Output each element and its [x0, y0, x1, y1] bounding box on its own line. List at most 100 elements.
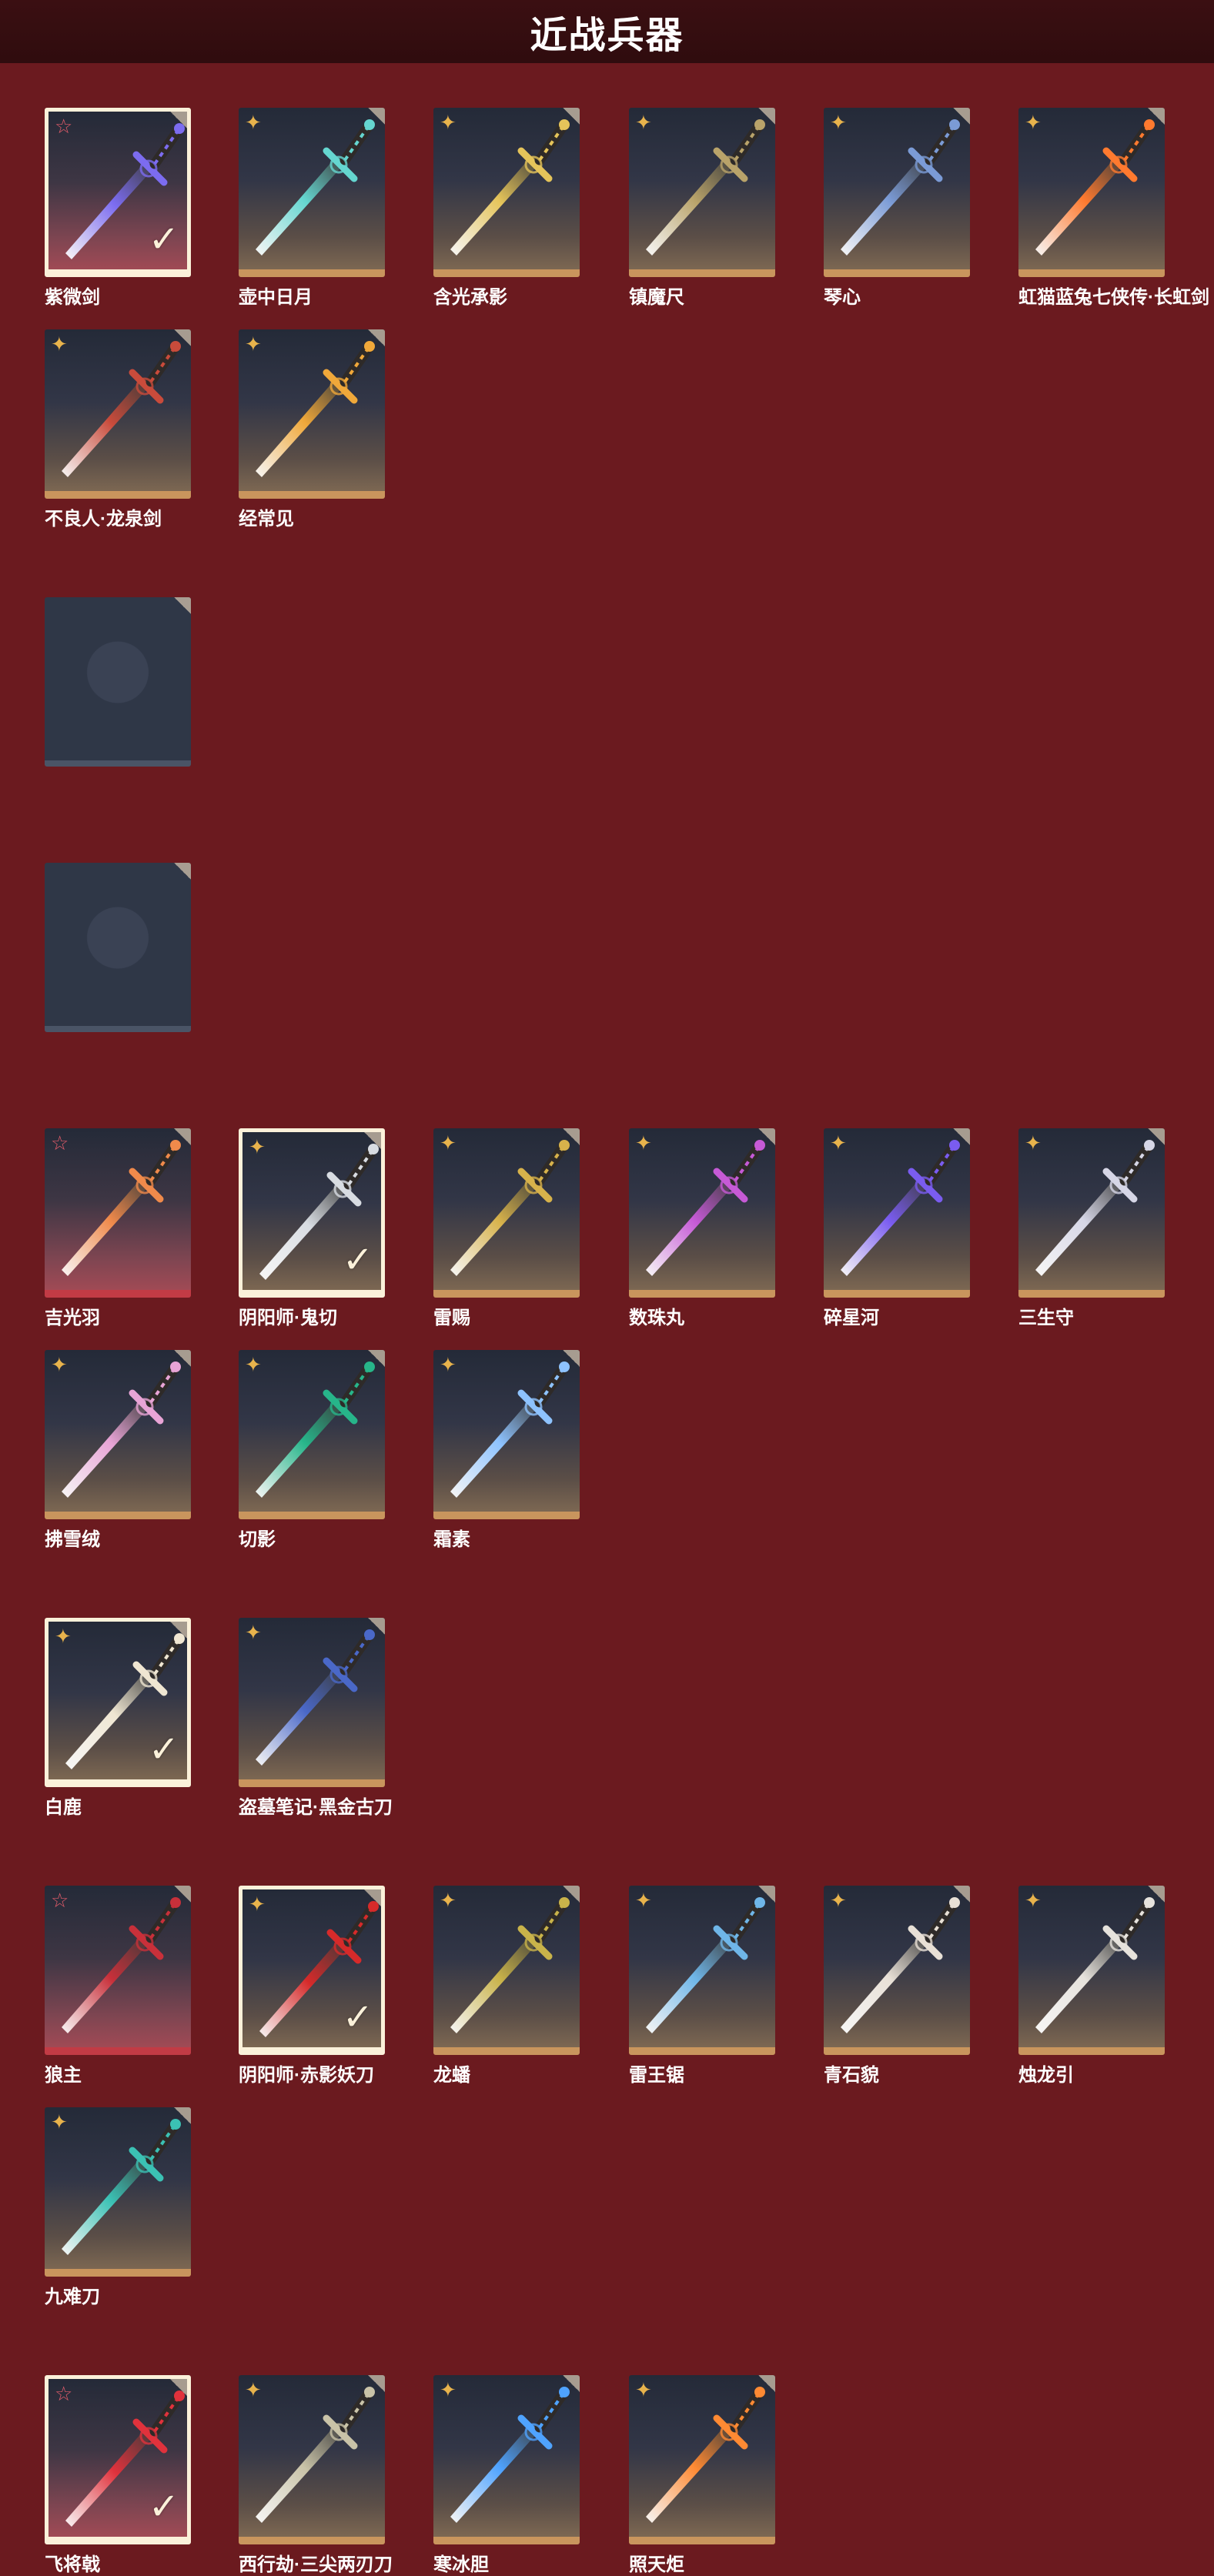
- weapon-card[interactable]: ✦ 琴心: [824, 108, 970, 308]
- weapon-name: 雷赐: [433, 1308, 470, 1328]
- gold-star-rarity-icon: ✦: [249, 1135, 266, 1158]
- gold-star-rarity-icon: ✦: [245, 1353, 262, 1376]
- weapon-card[interactable]: ✦ 三生守: [1018, 1128, 1165, 1328]
- weapon-card[interactable]: ✦ 镇魔尺: [629, 108, 775, 308]
- equipped-check-icon: ✓: [148, 1729, 179, 1770]
- corner-fold-icon: [368, 108, 385, 125]
- weapon-image: [62, 1140, 181, 1276]
- corner-fold-icon: [174, 1886, 191, 1903]
- weapon-frame: ✦ ✓: [239, 1886, 385, 2055]
- weapon-card[interactable]: ☆ 狼主: [45, 1886, 191, 2086]
- weapon-name: 盗墓笔记·黑金古刀: [239, 1797, 393, 1818]
- empty-slot[interactable]: [45, 597, 191, 767]
- corner-fold-icon: [758, 1128, 775, 1145]
- weapon-card[interactable]: ✦ 烛龙引: [1018, 1886, 1165, 2086]
- weapon-card[interactable]: ✦ 九难刀: [45, 2107, 191, 2307]
- weapon-name: 含光承影: [433, 287, 507, 308]
- weapon-image: [450, 1140, 570, 1276]
- empty-label: [45, 597, 191, 760]
- gold-star-rarity-icon: ✦: [245, 111, 262, 134]
- slot-frame: [45, 863, 191, 1032]
- weapon-image: [256, 2387, 375, 2523]
- empty-slot[interactable]: [45, 863, 191, 1032]
- weapon-name: 数珠丸: [629, 1308, 684, 1328]
- corner-fold-icon: [758, 2375, 775, 2392]
- weapon-card[interactable]: ☆ ✓ 紫微剑: [45, 108, 191, 308]
- weapon-card[interactable]: ✦ 拂雪绒: [45, 1350, 191, 1550]
- weapon-card[interactable]: ✦ ✓ 阴阳师·赤影妖刀: [239, 1886, 385, 2086]
- weapon-card[interactable]: ✦ 碎星河: [824, 1128, 970, 1328]
- weapon-frame: ✦: [45, 1350, 191, 1519]
- slot-frame: [45, 597, 191, 767]
- weapon-name: 狼主: [45, 2065, 82, 2086]
- weapon-card[interactable]: ✦ ✓ 白鹿: [45, 1618, 191, 1818]
- corner-fold-icon: [174, 1350, 191, 1367]
- weapon-frame: ✦: [239, 2375, 385, 2544]
- weapon-name: 青石貌: [824, 2065, 879, 2086]
- weapon-frame: ✦: [433, 1128, 580, 1298]
- gold-star-rarity-icon: ✦: [635, 2378, 652, 2401]
- corner-fold-icon: [174, 2107, 191, 2124]
- gold-star-rarity-icon: ✦: [635, 1889, 652, 1912]
- weapon-card[interactable]: ✦ 壶中日月: [239, 108, 385, 308]
- weapon-image: [62, 1897, 181, 2033]
- corner-fold-icon: [174, 597, 191, 614]
- weapon-card[interactable]: ✦ 含光承影: [433, 108, 580, 308]
- weapon-name: 白鹿: [45, 1797, 82, 1818]
- weapon-card[interactable]: ✦ 盗墓笔记·黑金古刀: [239, 1618, 393, 1818]
- weapon-card[interactable]: ☆ 吉光羽: [45, 1128, 191, 1328]
- corner-fold-icon: [953, 1886, 970, 1903]
- weapon-name: 琴心: [824, 287, 861, 308]
- weapon-name: 拂雪绒: [45, 1529, 100, 1550]
- gold-star-rarity-icon: ✦: [245, 332, 262, 356]
- weapon-image: [256, 1362, 375, 1498]
- corner-fold-icon: [170, 2379, 187, 2396]
- gold-star-rarity-icon: ✦: [440, 1131, 457, 1154]
- weapon-card[interactable]: ✦ 雷赐: [433, 1128, 580, 1328]
- equipped-check-icon: ✓: [342, 1997, 373, 2038]
- gold-star-rarity-icon: ✦: [440, 1353, 457, 1376]
- weapon-image: [841, 1140, 960, 1276]
- corner-fold-icon: [1148, 1128, 1165, 1145]
- weapon-card[interactable]: ✦ 霜素: [433, 1350, 580, 1550]
- weapon-card[interactable]: ✦ 经常见: [239, 329, 385, 530]
- weapon-card[interactable]: ✦ 虹猫蓝兔七侠传·长虹剑: [1018, 108, 1209, 308]
- weapon-card[interactable]: ✦ ✓ 阴阳师·鬼切: [239, 1128, 385, 1328]
- weapon-card[interactable]: ✦ 照天炬: [629, 2375, 775, 2575]
- weapon-name: 龙蟠: [433, 2065, 470, 2086]
- weapon-image: [256, 341, 375, 477]
- weapon-image: [1035, 1140, 1155, 1276]
- corner-fold-icon: [953, 1128, 970, 1145]
- weapon-card[interactable]: ✦ 西行劫·三尖两刃刀: [239, 2375, 393, 2575]
- weapon-frame: ✦: [629, 1886, 775, 2055]
- corner-fold-icon: [170, 112, 187, 129]
- corner-fold-icon: [368, 1618, 385, 1635]
- weapon-name: 照天炬: [629, 2554, 684, 2575]
- gold-star-rarity-icon: ✦: [51, 332, 68, 356]
- gold-star-rarity-icon: ✦: [830, 111, 847, 134]
- weapon-card[interactable]: ✦ 龙蟠: [433, 1886, 580, 2086]
- page-title: 近战兵器: [530, 15, 684, 56]
- weapon-image: [646, 119, 765, 256]
- weapon-card[interactable]: ✦ 不良人·龙泉剑: [45, 329, 191, 530]
- weapon-card[interactable]: ✦ 切影: [239, 1350, 385, 1550]
- red-star-rarity-icon: ☆: [55, 115, 73, 138]
- weapon-image: [62, 2119, 181, 2255]
- weapon-frame: ✦ ✓: [45, 1618, 191, 1787]
- corner-fold-icon: [364, 1132, 381, 1149]
- weapon-frame: ✦: [629, 108, 775, 277]
- weapon-card[interactable]: ✦ 雷王锯: [629, 1886, 775, 2086]
- corner-fold-icon: [170, 1622, 187, 1639]
- red-star-rarity-icon: ☆: [55, 2382, 73, 2405]
- corner-fold-icon: [953, 108, 970, 125]
- weapon-name: 壶中日月: [239, 287, 313, 308]
- weapon-name: 飞将戟: [45, 2554, 100, 2575]
- weapon-image: [841, 1897, 960, 2033]
- weapon-frame: ✦: [824, 1886, 970, 2055]
- weapon-card[interactable]: ✦ 青石貌: [824, 1886, 970, 2086]
- corner-fold-icon: [1148, 108, 1165, 125]
- corner-fold-icon: [563, 1128, 580, 1145]
- weapon-card[interactable]: ☆ ✓ 飞将戟: [45, 2375, 191, 2575]
- weapon-card[interactable]: ✦ 寒冰胆: [433, 2375, 580, 2575]
- weapon-card[interactable]: ✦ 数珠丸: [629, 1128, 775, 1328]
